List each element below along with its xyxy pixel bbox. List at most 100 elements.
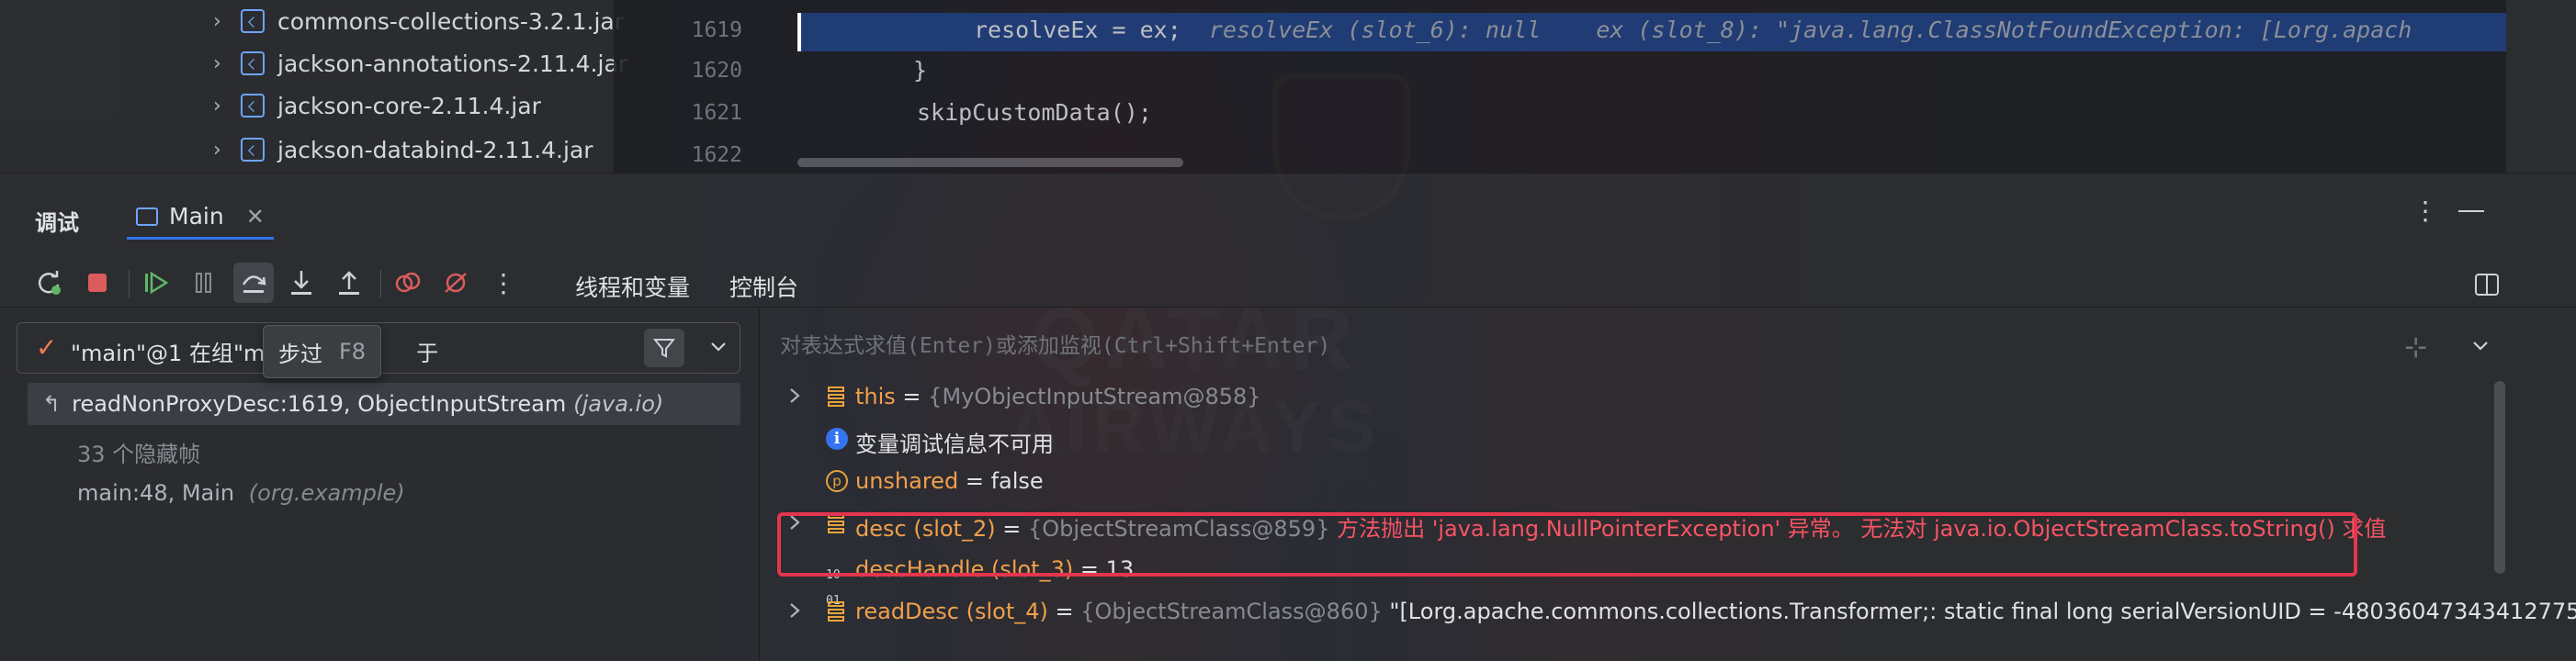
- tooltip-shortcut: F8: [339, 339, 367, 364]
- field-icon: [826, 600, 846, 628]
- chevron-right-icon[interactable]: ›: [213, 139, 241, 162]
- debug-toolbar: ⋮ 线程和变量 控制台: [0, 259, 2576, 307]
- line-number: 1620: [691, 59, 742, 83]
- variable-text: descHandle (slot_3) = 13: [855, 556, 1135, 582]
- check-icon: ✓: [36, 332, 58, 363]
- editor-horizontal-scrollbar[interactable]: [797, 158, 1183, 167]
- tooltip-label: 步过: [278, 341, 322, 367]
- line-number: 1622: [691, 143, 742, 167]
- info-icon: i: [826, 428, 848, 450]
- pause-icon: [196, 273, 211, 293]
- inline-debug-values: resolveEx (slot_6): null ex (slot_8): "j…: [1208, 17, 2412, 43]
- step-over-button[interactable]: [233, 263, 274, 303]
- layout-settings-icon[interactable]: [2475, 274, 2499, 296]
- view-breakpoints-button[interactable]: [388, 263, 428, 303]
- chevron-right-icon[interactable]: [785, 599, 804, 627]
- resume-icon: [145, 271, 169, 295]
- variables-panel: ⊹ this = {MyObjectInputStream@858} i 变量调…: [759, 307, 2576, 661]
- frame-package: (java.io): [573, 391, 664, 417]
- frame-row[interactable]: main:48, Main (org.example): [77, 480, 405, 506]
- code-line: }: [913, 57, 928, 84]
- chevron-down-icon[interactable]: [708, 336, 729, 362]
- mute-breakpoints-icon: [445, 273, 467, 293]
- hidden-frames-toggle[interactable]: 33 个隐藏帧: [77, 436, 200, 468]
- frame-method: readNonProxyDesc:1619, ObjectInputStream: [72, 391, 567, 417]
- step-out-icon: [339, 271, 359, 295]
- jar-icon: [241, 9, 265, 33]
- variable-row-this[interactable]: this = {MyObjectInputStream@858}: [760, 375, 2487, 418]
- chevron-right-icon[interactable]: [785, 511, 804, 539]
- resume-button[interactable]: [136, 263, 176, 303]
- evaluation-error: 方法抛出 'java.lang.NullPointerException' 异常…: [1337, 516, 2387, 542]
- return-arrow-icon: ↰: [42, 391, 62, 417]
- parameter-icon: p: [826, 470, 848, 492]
- variable-row-readdesc[interactable]: readDesc (slot_4) = {ObjectStreamClass@8…: [760, 590, 2576, 633]
- jar-icon: [241, 51, 265, 75]
- tree-item-label: commons-collections-3.2.1.jar: [277, 7, 625, 35]
- jar-icon: [241, 138, 265, 162]
- line-number: 1619: [691, 18, 742, 42]
- tree-item-label: jackson-core-2.11.4.jar: [277, 92, 541, 119]
- variable-info-row: i 变量调试信息不可用: [760, 418, 2487, 460]
- more-actions-button[interactable]: ⋮: [483, 263, 524, 303]
- code-text: resolveEx = ex;: [974, 17, 1181, 43]
- line-number: 1621: [691, 101, 742, 125]
- chevron-right-icon[interactable]: ›: [213, 52, 241, 75]
- tree-item-jackson-databind[interactable]: › jackson-databind-2.11.4.jar: [213, 129, 593, 171]
- more-options-icon[interactable]: ⋮: [2412, 196, 2438, 226]
- variable-row-unshared[interactable]: p unshared = false: [760, 460, 2487, 502]
- project-tree: › commons-collections-3.2.1.jar › jackso…: [0, 0, 627, 173]
- variable-row-desc[interactable]: desc (slot_2) = {ObjectStreamClass@859} …: [760, 502, 2487, 544]
- add-watch-icon[interactable]: ⊹: [2404, 331, 2427, 364]
- code-editor[interactable]: 1619 resolveEx = ex; resolveEx (slot_6):…: [614, 0, 2506, 173]
- more-options-icon: ⋮: [491, 267, 516, 298]
- tree-item-label: jackson-annotations-2.11.4.jar: [277, 50, 628, 77]
- code-line: resolveEx = ex; resolveEx (slot_6): null…: [974, 17, 2412, 43]
- debug-tool-header: 调试 Main ✕ ⋮: [0, 173, 2576, 259]
- variable-text: this = {MyObjectInputStream@858}: [855, 384, 1261, 409]
- tree-item-jackson-core[interactable]: › jackson-core-2.11.4.jar: [213, 84, 541, 127]
- chevron-right-icon[interactable]: ›: [213, 10, 241, 33]
- toolbar-divider: [129, 270, 130, 297]
- field-icon: [826, 386, 846, 413]
- step-out-button[interactable]: [329, 263, 369, 303]
- stop-icon: [88, 274, 107, 292]
- tree-item-commons-collections[interactable]: › commons-collections-3.2.1.jar: [213, 0, 624, 42]
- filter-icon[interactable]: [644, 329, 684, 367]
- step-into-icon: [291, 271, 311, 295]
- evaluate-expression-input[interactable]: [780, 328, 2158, 364]
- frame-row-selected[interactable]: ↰ readNonProxyDesc:1619, ObjectInputStre…: [28, 383, 740, 425]
- step-over-tooltip: 步过 F8: [263, 325, 382, 378]
- expression-bar: ⊹: [760, 320, 2576, 370]
- step-over-icon: [242, 275, 266, 293]
- toolbar-divider: [380, 270, 381, 297]
- close-icon[interactable]: ✕: [246, 204, 265, 230]
- variable-text: readDesc (slot_4) = {ObjectStreamClass@8…: [855, 599, 2576, 624]
- rerun-icon: [38, 271, 61, 295]
- pause-button[interactable]: [184, 263, 224, 303]
- stop-button[interactable]: [77, 263, 118, 303]
- chevron-right-icon[interactable]: ›: [213, 95, 241, 118]
- tree-item-label: jackson-databind-2.11.4.jar: [277, 136, 593, 163]
- minimize-icon[interactable]: [2458, 210, 2484, 212]
- chevron-right-icon[interactable]: [785, 385, 804, 412]
- tab-console[interactable]: 控制台: [729, 270, 798, 303]
- info-text: 变量调试信息不可用: [855, 431, 1054, 457]
- variable-row-deschandle[interactable]: 10 01 descHandle (slot_3) = 13: [760, 548, 2487, 607]
- mute-breakpoints-button[interactable]: [435, 263, 476, 303]
- jar-icon: [241, 94, 265, 118]
- chevron-down-icon[interactable]: [2470, 335, 2491, 361]
- frame-method: main:48, Main: [77, 480, 235, 506]
- variable-text: desc (slot_2) = {ObjectStreamClass@859} …: [855, 516, 2387, 542]
- tree-item-jackson-annotations[interactable]: › jackson-annotations-2.11.4.jar: [213, 42, 627, 84]
- thread-label: "main"@1 在组"ma 于: [71, 341, 439, 366]
- field-icon: [826, 512, 846, 540]
- variables-scrollbar[interactable]: [2494, 381, 2505, 574]
- tab-main-session[interactable]: Main ✕: [127, 196, 274, 240]
- breakpoints-icon: [395, 272, 421, 293]
- tab-label: Main: [169, 203, 224, 230]
- rerun-button[interactable]: [29, 263, 70, 303]
- step-into-button[interactable]: [281, 263, 322, 303]
- frame-package: (org.example): [248, 480, 405, 506]
- tab-threads-variables[interactable]: 线程和变量: [575, 270, 690, 303]
